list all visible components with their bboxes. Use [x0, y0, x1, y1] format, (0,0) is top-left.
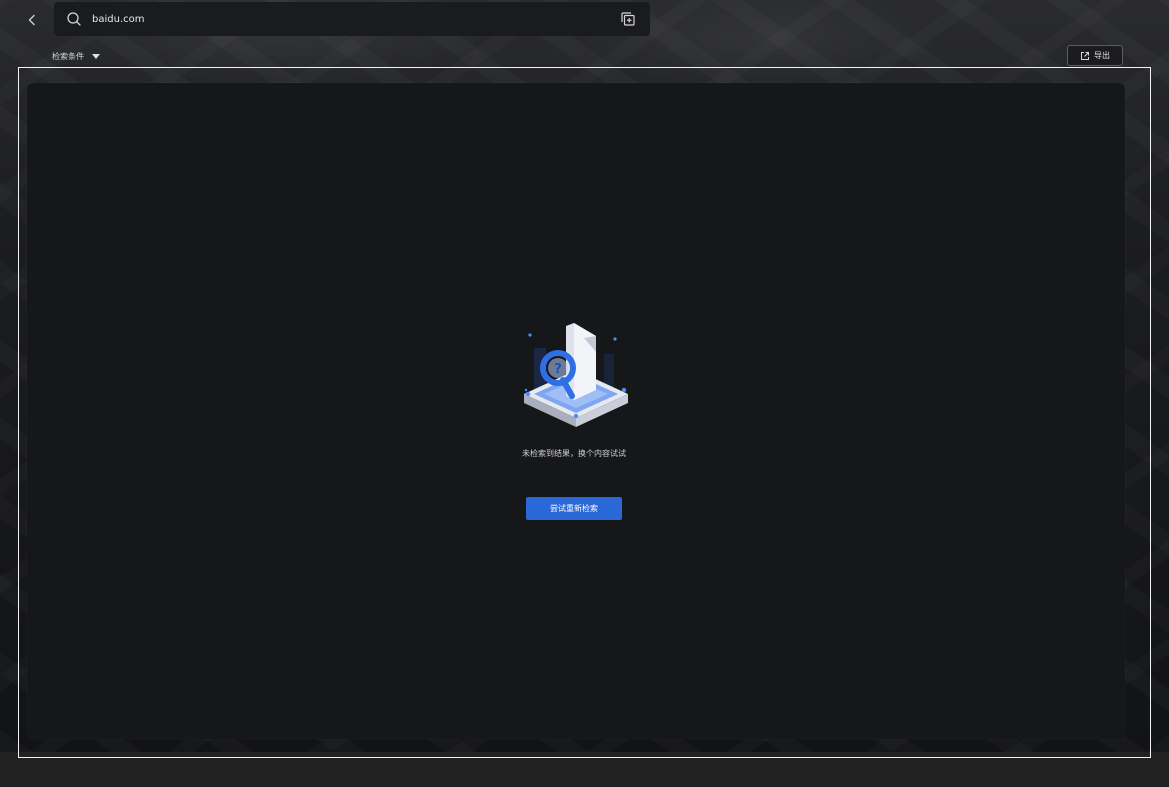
- export-label: 导出: [1094, 51, 1110, 60]
- copy-add-icon[interactable]: [620, 11, 636, 27]
- search-bar: [54, 2, 650, 36]
- empty-search-illustration: ?: [524, 323, 628, 427]
- export-button[interactable]: 导出: [1067, 45, 1123, 66]
- chevron-left-icon: [28, 14, 35, 26]
- filter-conditions-toggle[interactable]: 检索条件: [52, 49, 100, 63]
- empty-state-message: 未检索到结果，换个内容试试: [522, 449, 626, 458]
- external-link-icon: [1081, 51, 1089, 60]
- filter-conditions-label: 检索条件: [52, 51, 84, 61]
- search-icon: [67, 12, 81, 26]
- search-input[interactable]: [92, 9, 612, 29]
- svg-text:?: ?: [554, 362, 562, 377]
- retry-search-button[interactable]: 尝试重新检索: [526, 497, 622, 520]
- bottom-strip: [0, 752, 1169, 787]
- back-button[interactable]: [20, 8, 44, 32]
- caret-down-icon: [92, 53, 100, 59]
